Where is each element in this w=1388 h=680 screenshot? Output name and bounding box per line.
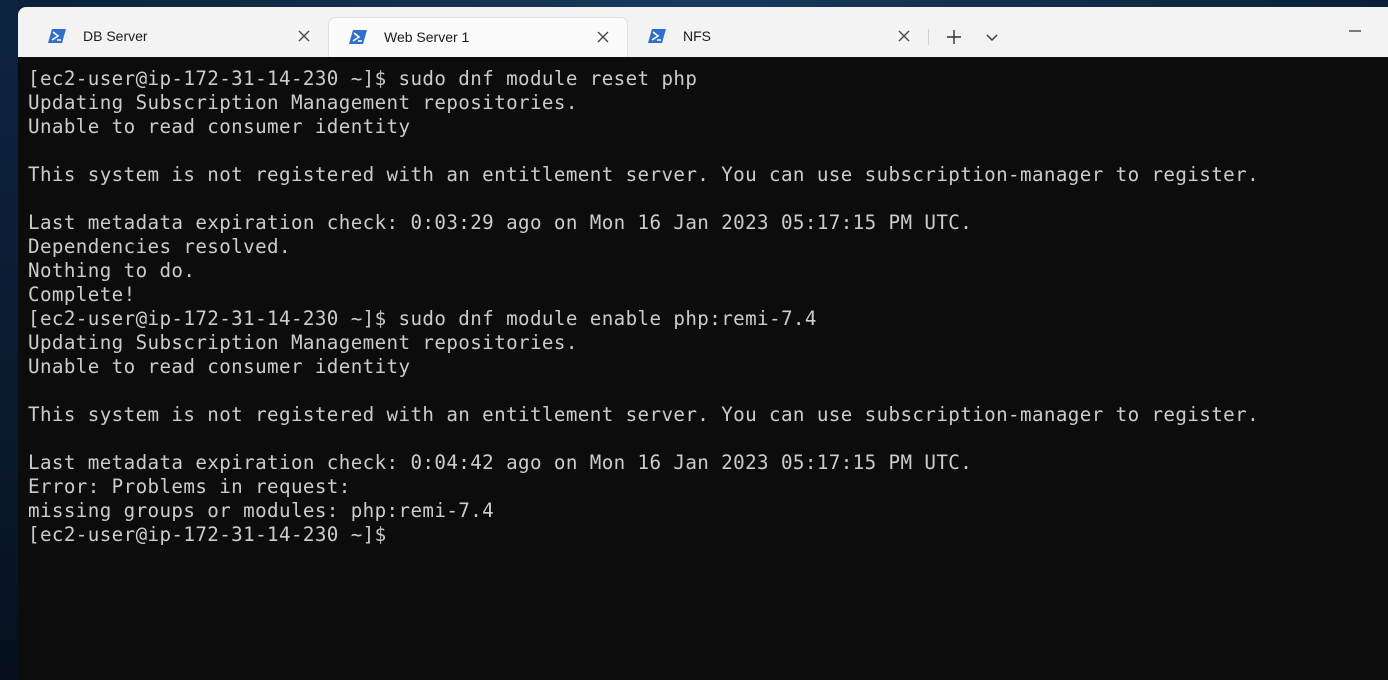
terminal-line: [ec2-user@ip-172-31-14-230 ~]$ sudo dnf … — [28, 307, 817, 330]
terminal-line: [ec2-user@ip-172-31-14-230 ~]$ sudo dnf … — [28, 67, 698, 90]
terminal-line: missing groups or modules: php:remi-7.4 — [28, 499, 495, 522]
powershell-icon — [349, 30, 367, 44]
terminal-window: DB Server Web Server 1 NFS [ec2-user@ip-… — [18, 7, 1388, 680]
close-icon[interactable] — [595, 29, 611, 45]
tab-separator — [928, 29, 929, 45]
close-icon[interactable] — [896, 28, 912, 44]
terminal-line: This system is not registered with an en… — [28, 403, 1260, 426]
terminal-line: Unable to read consumer identity — [28, 355, 411, 378]
terminal-line: Error: Problems in request: — [28, 475, 351, 498]
new-tab-icon[interactable] — [942, 25, 966, 49]
terminal-line: Updating Subscription Management reposit… — [28, 91, 578, 114]
terminal-line: Last metadata expiration check: 0:04:42 … — [28, 451, 973, 474]
terminal-line: Complete! — [28, 283, 136, 306]
tab-web-server-1[interactable]: Web Server 1 — [328, 17, 628, 57]
terminal-line: This system is not registered with an en… — [28, 163, 1260, 186]
terminal-line: Last metadata expiration check: 0:03:29 … — [28, 211, 973, 234]
minimize-icon[interactable] — [1340, 17, 1370, 45]
tab-label: DB Server — [83, 28, 148, 44]
terminal-line: Updating Subscription Management reposit… — [28, 331, 578, 354]
powershell-icon — [48, 29, 66, 43]
tab-label: Web Server 1 — [384, 29, 470, 45]
desktop-background-edge — [0, 0, 18, 680]
tab-nfs[interactable]: NFS — [628, 17, 928, 57]
terminal-line: [ec2-user@ip-172-31-14-230 ~]$ — [28, 523, 387, 546]
terminal-line: Nothing to do. — [28, 259, 196, 282]
tab-label: NFS — [683, 28, 711, 44]
tab-db-server[interactable]: DB Server — [28, 17, 328, 57]
powershell-icon — [648, 29, 666, 43]
close-icon[interactable] — [296, 28, 312, 44]
terminal-line: Unable to read consumer identity — [28, 115, 411, 138]
desktop-background — [0, 0, 1388, 7]
tab-bar: DB Server Web Server 1 NFS — [18, 7, 1388, 57]
terminal-output[interactable]: [ec2-user@ip-172-31-14-230 ~]$ sudo dnf … — [18, 57, 1388, 680]
chevron-down-icon[interactable] — [980, 25, 1004, 49]
terminal-line: Dependencies resolved. — [28, 235, 291, 258]
